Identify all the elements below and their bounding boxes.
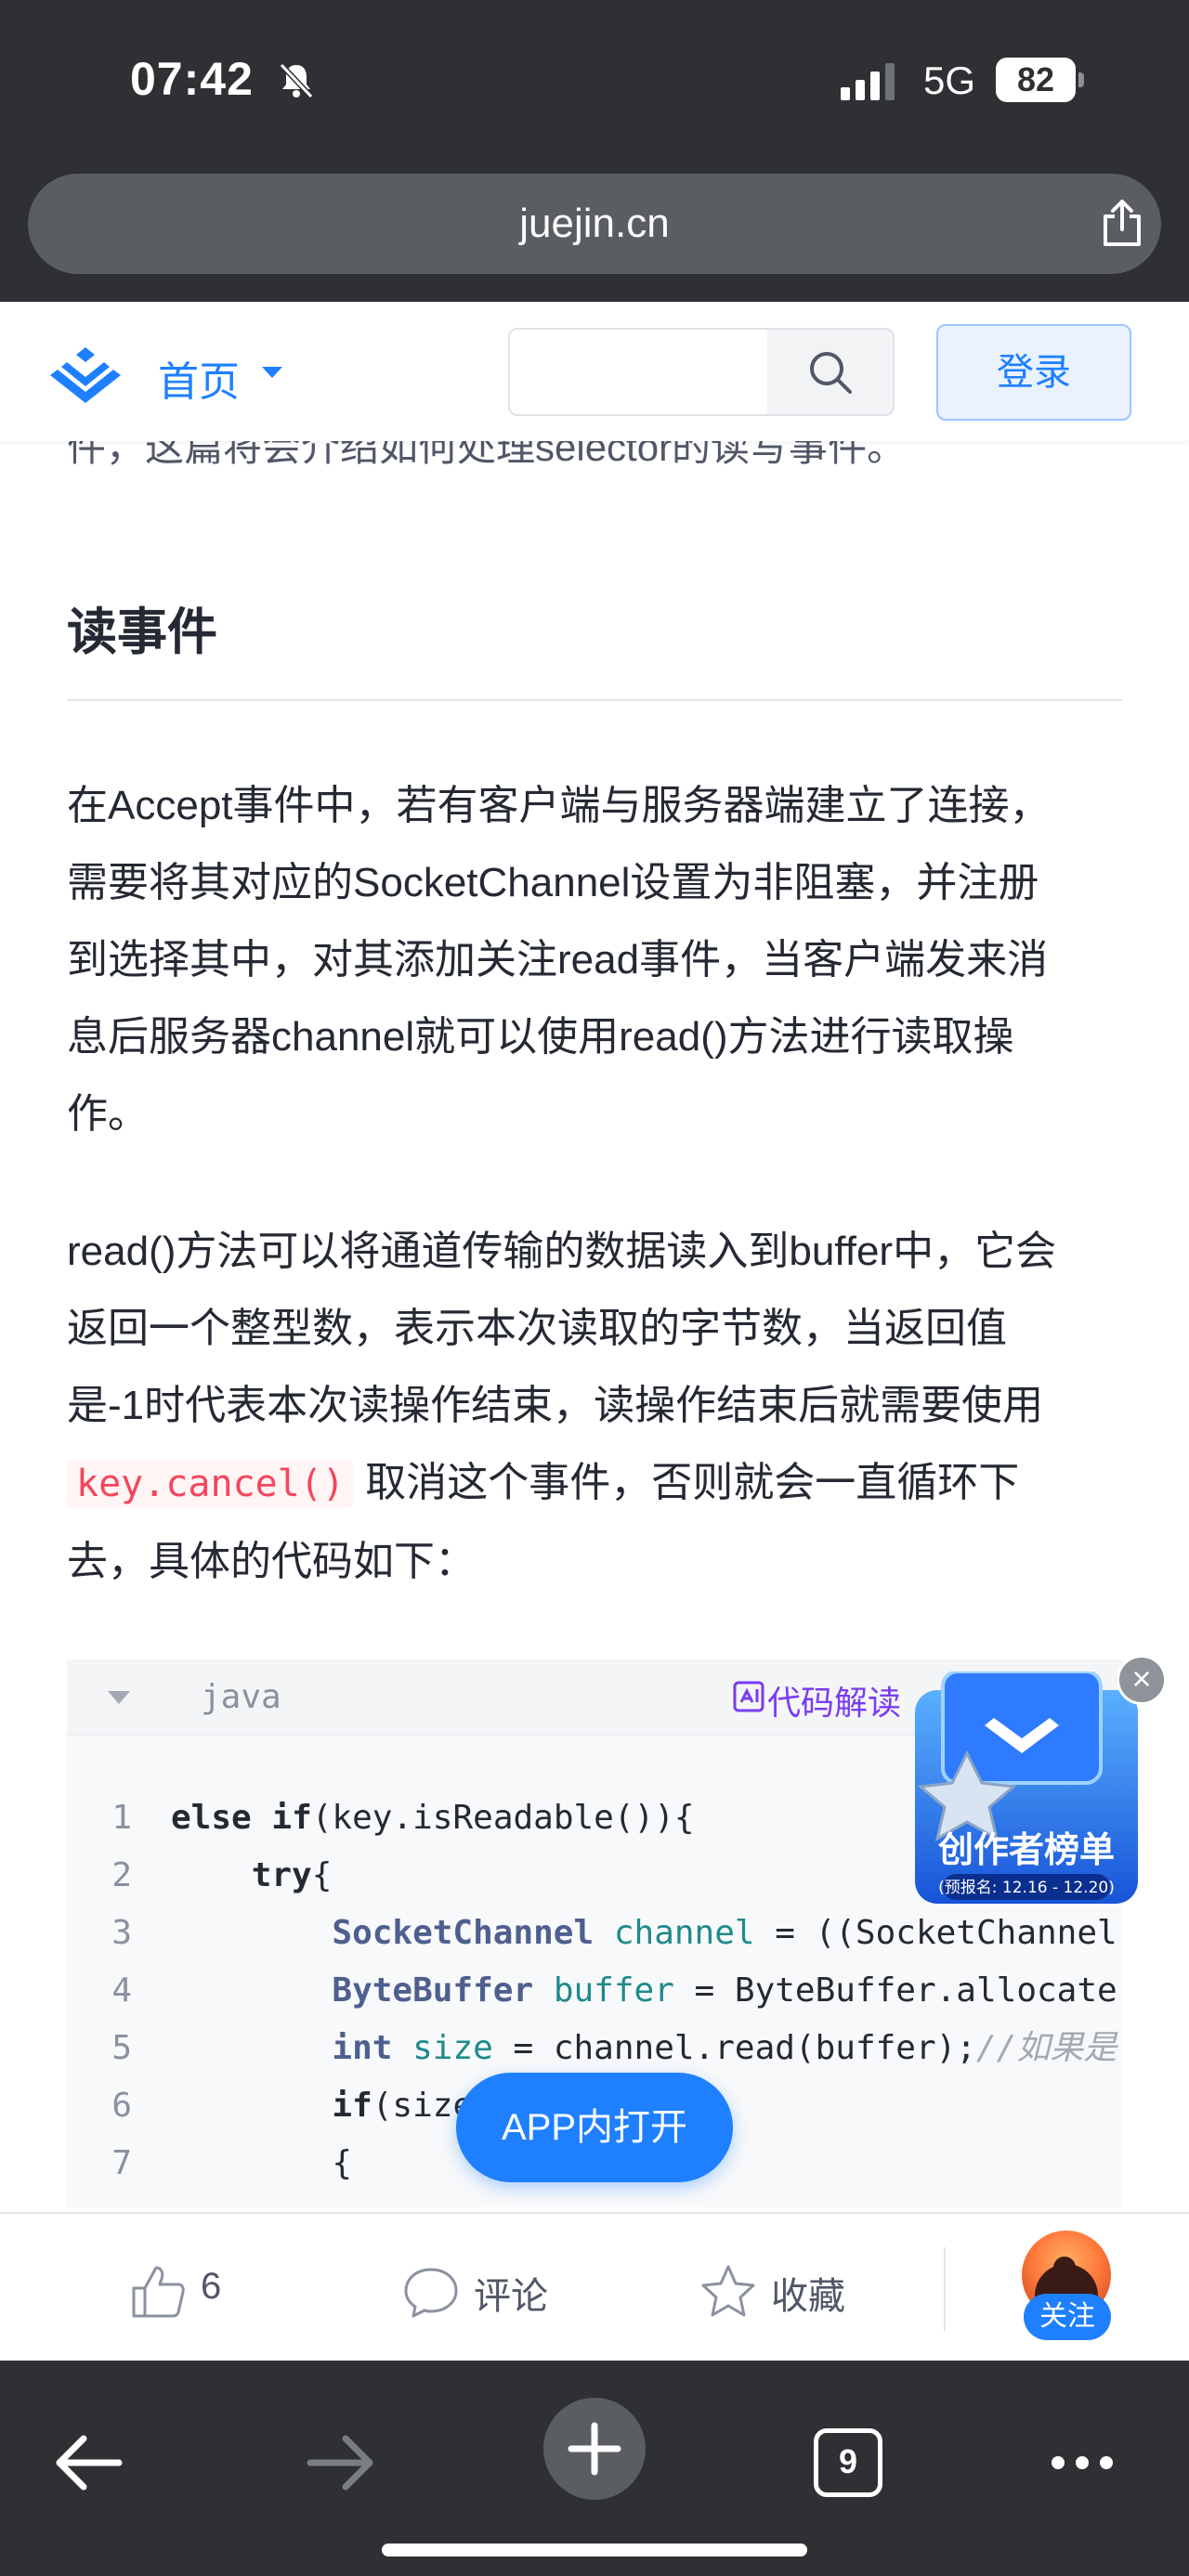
search-button[interactable] bbox=[767, 330, 893, 414]
comment-label: 评论 bbox=[474, 2276, 548, 2317]
paragraph-line: 返回一个整型数，表示本次读取的字节数，当返回值 bbox=[67, 1306, 1007, 1351]
code-line: 4 ByteBuffer buffer = ByteBuffer.allocat… bbox=[67, 1962, 1122, 2020]
follow-button[interactable]: 关注 bbox=[1024, 2294, 1111, 2340]
login-button[interactable]: 登录 bbox=[936, 324, 1131, 421]
thumbs-up-icon bbox=[132, 2266, 185, 2318]
url-bar[interactable]: juejin.cn bbox=[28, 174, 1161, 274]
forward-button[interactable] bbox=[290, 2412, 392, 2514]
site-header: 首页 登录 bbox=[0, 302, 1189, 441]
arrow-left-icon bbox=[56, 2435, 123, 2491]
line-number: 7 bbox=[111, 2144, 132, 2182]
code-text: ByteBuffer buffer = ByteBuffer.allocate( bbox=[332, 1971, 1122, 2010]
battery-level: 82 bbox=[1016, 60, 1055, 98]
code-language: java bbox=[201, 1678, 281, 1716]
banner-close-button[interactable]: × bbox=[1117, 1655, 1167, 1705]
code-text: if(size bbox=[332, 2087, 474, 2125]
search-icon bbox=[810, 352, 852, 394]
new-tab-button[interactable] bbox=[543, 2398, 646, 2500]
paragraph-line: 是-1时代表本次读操作结束，读操作结束后就需要使用 bbox=[67, 1383, 1044, 1428]
code-line: 5 int size = channel.read(buffer);//如果是 bbox=[67, 2020, 1122, 2077]
line-number: 2 bbox=[111, 1856, 132, 1894]
tabs-button[interactable]: 9 bbox=[797, 2412, 899, 2514]
paragraph-line: 需要将其对应的SocketChannel设置为非阻塞，并注册 bbox=[67, 860, 1039, 905]
comment-icon bbox=[404, 2268, 458, 2318]
code-text: else if(key.isReadable()){ bbox=[171, 1799, 695, 1837]
line-number: 1 bbox=[111, 1799, 132, 1837]
collect-button[interactable]: 收藏 bbox=[699, 2214, 884, 2362]
paragraph-line: 息后服务器channel就可以使用read()方法进行读取操 bbox=[67, 1014, 1014, 1060]
search-box bbox=[508, 328, 895, 416]
banner-title: 创作者榜单 bbox=[938, 1829, 1115, 1870]
chevron-down-icon[interactable] bbox=[260, 365, 284, 380]
close-icon: × bbox=[1131, 1659, 1152, 1698]
article-action-bar: 6 评论 收藏 关注 bbox=[0, 2212, 1189, 2361]
browser-toolbar: 9 bbox=[0, 2361, 1189, 2576]
search-input[interactable] bbox=[510, 330, 765, 414]
creator-ranking-banner[interactable]: 创作者榜单 (预报名: 12.16 - 12.20) bbox=[906, 1672, 1147, 1915]
line-number: 4 bbox=[111, 1971, 132, 2010]
section-heading: 读事件 bbox=[67, 605, 217, 660]
url-text[interactable]: juejin.cn bbox=[28, 174, 1161, 274]
star-icon bbox=[701, 2265, 755, 2317]
open-in-app-button[interactable]: APP内打开 bbox=[456, 2073, 733, 2182]
action-divider bbox=[944, 2247, 946, 2331]
paragraph-line-text: 取消这个事件，否则就会一直循环下 bbox=[365, 1460, 1020, 1505]
network-label: 5G bbox=[923, 59, 976, 102]
browser-top-chrome: 07:42 5G 82 juejin.cn bbox=[0, 0, 1189, 302]
back-button[interactable] bbox=[37, 2412, 139, 2514]
juejin-logo-icon[interactable] bbox=[43, 344, 128, 410]
paragraph-line: 作。 bbox=[67, 1091, 149, 1137]
collapse-caret-icon[interactable] bbox=[108, 1691, 130, 1704]
banner-subtitle: (预报名: 12.16 - 12.20) bbox=[938, 1879, 1115, 1897]
comment-button[interactable]: 评论 bbox=[401, 2214, 587, 2362]
status-time: 07:42 bbox=[130, 53, 254, 105]
bell-muted-icon bbox=[279, 62, 314, 99]
line-number: 3 bbox=[111, 1914, 132, 1952]
code-explain-button[interactable]: 代码解读 bbox=[767, 1676, 901, 1724]
plus-icon bbox=[568, 2422, 621, 2476]
paragraph-accept-event: 在Accept事件中，若有客户端与服务器端建立了连接， 需要将其对应的Socke… bbox=[67, 767, 1126, 1152]
code-text: int size = channel.read(buffer);//如果是 bbox=[332, 2029, 1117, 2067]
heading-divider bbox=[67, 699, 1122, 701]
code-explain-icon[interactable] bbox=[732, 1680, 765, 1713]
paragraph-read-method: read()方法可以将通道传输的数据读入到buffer中，它会 返回一个整型数，… bbox=[67, 1213, 1126, 1600]
paragraph-line: 去，具体的代码如下： bbox=[67, 1539, 476, 1584]
more-dots-icon bbox=[1052, 2456, 1113, 2469]
paragraph-line: read()方法可以将通道传输的数据读入到buffer中，它会 bbox=[67, 1229, 1057, 1274]
collect-label: 收藏 bbox=[771, 2276, 845, 2317]
like-button[interactable]: 6 bbox=[128, 2214, 277, 2362]
line-number: 5 bbox=[111, 2029, 132, 2067]
paragraph-line: 在Accept事件中，若有客户端与服务器端建立了连接， bbox=[67, 783, 1051, 828]
tab-count: 9 bbox=[814, 2428, 882, 2497]
line-number: 6 bbox=[111, 2087, 132, 2125]
paragraph-line: 到选择其中，对其添加关注read事件，当客户端发来消 bbox=[67, 937, 1049, 982]
battery-icon: 82 bbox=[996, 58, 1085, 102]
signal-icon bbox=[841, 63, 895, 100]
like-count: 6 bbox=[201, 2266, 222, 2307]
nav-home-link[interactable]: 首页 bbox=[158, 348, 240, 408]
arrow-right-icon bbox=[307, 2435, 373, 2491]
paragraph-line: key.cancel() 取消这个事件，否则就会一直循环下 bbox=[67, 1444, 1126, 1523]
more-menu-button[interactable] bbox=[1031, 2412, 1133, 2514]
code-text: try{ bbox=[251, 1856, 333, 1894]
share-icon[interactable] bbox=[1096, 198, 1148, 250]
code-text: { bbox=[171, 2144, 353, 2182]
inline-code-key-cancel: key.cancel() bbox=[67, 1461, 354, 1507]
home-indicator[interactable] bbox=[382, 2543, 807, 2556]
